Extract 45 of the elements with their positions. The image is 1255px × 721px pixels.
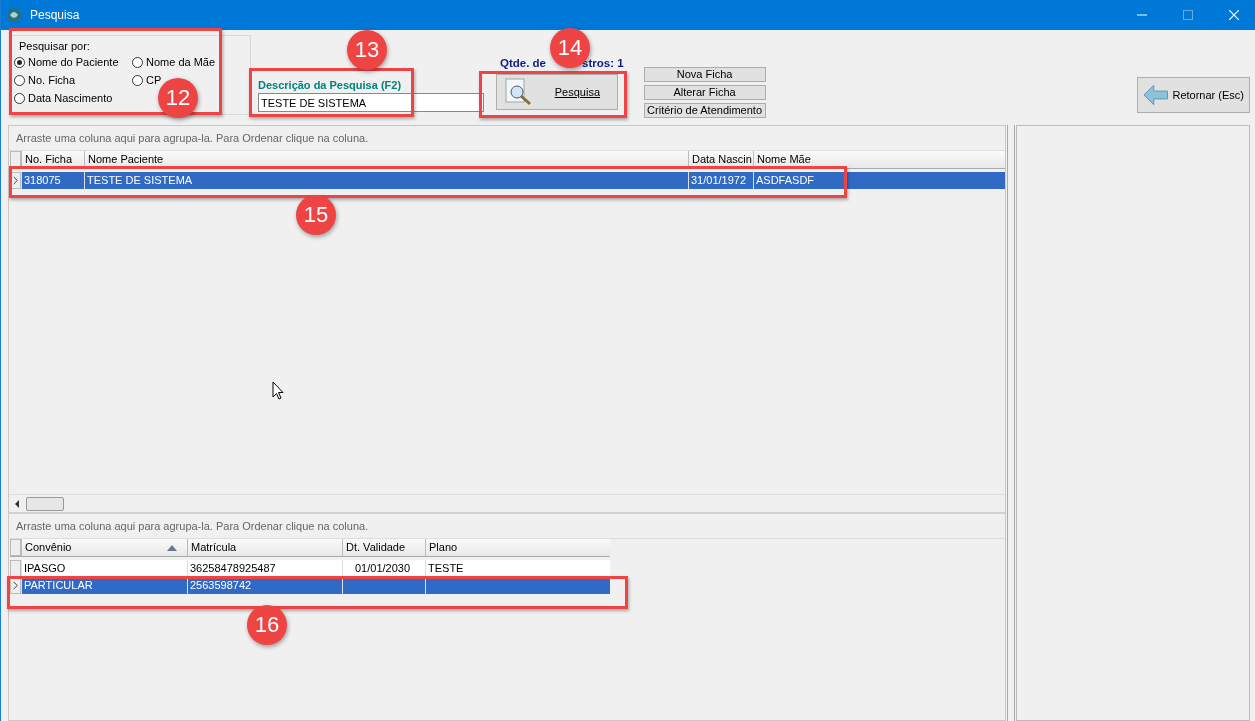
table-cell: 31/01/1972 bbox=[688, 172, 753, 189]
step-number: 13 bbox=[347, 30, 387, 70]
action-button[interactable]: Alterar Ficha bbox=[643, 85, 766, 100]
column-header[interactable]: No. Ficha bbox=[21, 151, 84, 168]
table-cell: PARTICULAR bbox=[21, 577, 187, 594]
return-button[interactable]: Retornar (Esc) bbox=[1137, 77, 1250, 113]
column-header[interactable]: Plano bbox=[425, 539, 608, 556]
back-arrow-icon bbox=[1143, 84, 1169, 106]
group-legend: Pesquisar por: bbox=[19, 40, 250, 52]
column-header[interactable]: Nome Mãe bbox=[753, 151, 1001, 168]
radio-option[interactable]: Nome do Paciente bbox=[14, 56, 119, 68]
search-button[interactable]: Pesquisa bbox=[495, 74, 618, 110]
scroll-thumb[interactable] bbox=[26, 496, 64, 511]
field-label: Descrição da Pesquisa (F2) bbox=[258, 79, 403, 91]
table-cell: 318075 bbox=[21, 172, 84, 189]
scroll-left-icon[interactable] bbox=[13, 499, 21, 508]
radio-option[interactable]: No. Ficha bbox=[14, 74, 76, 86]
splitter-bar[interactable] bbox=[1007, 125, 1015, 721]
table-cell: TESTE bbox=[425, 560, 608, 577]
action-button[interactable]: Nova Ficha bbox=[643, 67, 766, 82]
column-header[interactable]: Nome Paciente bbox=[84, 151, 688, 168]
table-cell: TESTE DE SISTEMA bbox=[84, 172, 688, 189]
column-header[interactable]: Convênio bbox=[21, 539, 187, 556]
record-count: Qtde. de bbox=[500, 57, 546, 69]
mouse-cursor-icon bbox=[272, 381, 284, 400]
table-cell: IPASGO bbox=[21, 560, 187, 577]
table-cell: ASDFASDF bbox=[753, 172, 1001, 189]
column-header[interactable]: Dt. Validade bbox=[342, 539, 425, 556]
close-icon[interactable] bbox=[1229, 10, 1239, 20]
table-cell: 36258478925487 bbox=[187, 560, 342, 577]
column-header[interactable]: Matrícula bbox=[187, 539, 342, 556]
record-count: stros: 1 bbox=[582, 57, 624, 69]
table-cell: 2563598742 bbox=[187, 577, 342, 594]
radio-option[interactable]: Data Nascimento bbox=[14, 92, 113, 104]
window-title: Pesquisa bbox=[30, 8, 80, 22]
column-header[interactable]: Data Nascin bbox=[688, 151, 753, 168]
maximize-icon[interactable] bbox=[1183, 10, 1193, 20]
magnifier-icon bbox=[502, 78, 533, 106]
table-row[interactable]: 318075 TESTE DE SISTEMA 31/01/1972 ASDFASDF bbox=[10, 172, 1005, 189]
sort-ascending-icon bbox=[167, 544, 177, 551]
table-cell: 01/01/2030 bbox=[342, 560, 425, 577]
search-field[interactable]: TESTE DE SISTEMA bbox=[258, 93, 484, 112]
app-icon bbox=[6, 7, 22, 23]
radio-option[interactable]: Nome da Mãe bbox=[132, 56, 216, 68]
action-button[interactable]: Critério de Atendimento bbox=[643, 103, 766, 118]
